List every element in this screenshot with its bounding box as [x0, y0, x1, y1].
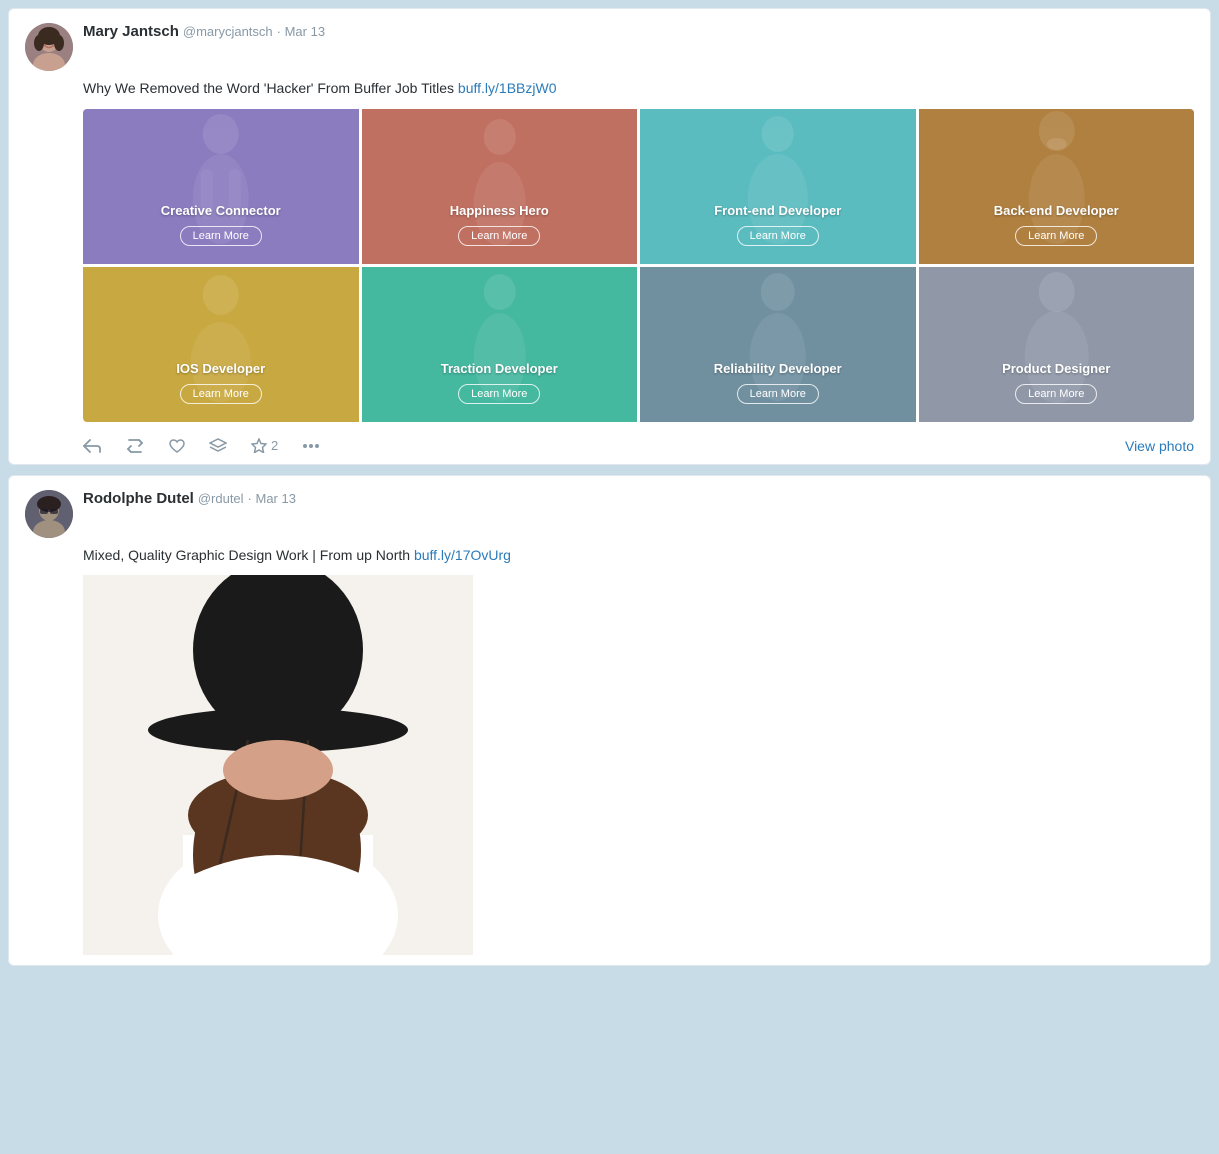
cell-btn-2[interactable]: Learn More [737, 226, 819, 246]
author-handle-1: @marycjantsch [183, 24, 273, 39]
cell-label-7: Product Designer [1002, 361, 1110, 376]
tweet-link-2[interactable]: buff.ly/17OvUrg [414, 547, 511, 563]
cell-label-5: Traction Developer [441, 361, 558, 376]
tweet-author-line-2: Rodolphe Dutel @rdutel · Mar 13 [83, 490, 296, 507]
cell-label-3: Back-end Developer [994, 203, 1119, 218]
author-name-1: Mary Jantsch [83, 23, 179, 40]
star-action[interactable]: 2 [251, 438, 278, 453]
view-photo-link[interactable]: View photo [1125, 438, 1194, 454]
grid-cell-7: Product Designer Learn More [919, 267, 1195, 422]
tweet-header-2: Rodolphe Dutel @rdutel · Mar 13 [25, 490, 1194, 538]
avatar-rodolphe [25, 490, 73, 538]
grid-cell-inner-2: Front-end Developer Learn More [640, 109, 916, 264]
reply-action[interactable] [83, 439, 101, 453]
grid-cell-inner-3: Back-end Developer Learn More [919, 109, 1195, 264]
grid-cell-0: Creative Connector Learn More [83, 109, 359, 264]
more-action[interactable] [302, 443, 320, 449]
cell-btn-1[interactable]: Learn More [458, 226, 540, 246]
tweet-meta-2: Rodolphe Dutel @rdutel · Mar 13 [83, 490, 296, 507]
tweet-date-1: · Mar 13 [277, 24, 325, 39]
buffer-icon [209, 438, 227, 454]
grid-cell-1: Happiness Hero Learn More [362, 109, 638, 264]
retweet-icon [125, 439, 145, 453]
cell-btn-5[interactable]: Learn More [458, 384, 540, 404]
buffer-action[interactable] [209, 438, 227, 454]
star-icon [251, 438, 267, 453]
grid-cell-inner-6: Reliability Developer Learn More [640, 267, 916, 422]
reply-icon [83, 439, 101, 453]
tweet-header-1: Mary Jantsch @marycjantsch · Mar 13 [25, 23, 1194, 71]
avatar-mary [25, 23, 73, 71]
grid-cell-inner-5: Traction Developer Learn More [362, 267, 638, 422]
tweet-text-2: Mixed, Quality Graphic Design Work | Fro… [83, 546, 1194, 566]
author-name-2: Rodolphe Dutel [83, 490, 194, 507]
cell-label-0: Creative Connector [161, 203, 281, 218]
star-count: 2 [271, 438, 278, 453]
hat-person-container [83, 575, 473, 955]
grid-cell-6: Reliability Developer Learn More [640, 267, 916, 422]
cell-btn-0[interactable]: Learn More [180, 226, 262, 246]
grid-cell-3: Back-end Developer Learn More [919, 109, 1195, 264]
cell-label-6: Reliability Developer [714, 361, 842, 376]
tweet-link-1[interactable]: buff.ly/1BBzjW0 [458, 80, 557, 96]
cell-label-4: IOS Developer [176, 361, 265, 376]
cell-btn-6[interactable]: Learn More [737, 384, 819, 404]
tweet-meta-1: Mary Jantsch @marycjantsch · Mar 13 [83, 23, 325, 40]
heart-action[interactable] [169, 439, 185, 453]
tweet-author-line-1: Mary Jantsch @marycjantsch · Mar 13 [83, 23, 325, 40]
cell-btn-3[interactable]: Learn More [1015, 226, 1097, 246]
grid-cell-2: Front-end Developer Learn More [640, 109, 916, 264]
cell-label-1: Happiness Hero [450, 203, 549, 218]
grid-cell-inner-1: Happiness Hero Learn More [362, 109, 638, 264]
actions-left-1: 2 [83, 438, 320, 454]
cell-btn-4[interactable]: Learn More [180, 384, 262, 404]
grid-cell-inner-0: Creative Connector Learn More [83, 109, 359, 264]
cell-btn-7[interactable]: Learn More [1015, 384, 1097, 404]
grid-cell-4: IOS Developer Learn More [83, 267, 359, 422]
tweet-image-single [83, 575, 1194, 955]
tweet-actions-1: 2 View photo [83, 432, 1194, 454]
tweet-image-grid: Creative Connector Learn More Happiness … [83, 109, 1194, 422]
more-icon [302, 443, 320, 449]
tweet-card-1: Mary Jantsch @marycjantsch · Mar 13 Why … [8, 8, 1211, 465]
hat-person-svg [83, 575, 473, 955]
retweet-action[interactable] [125, 439, 145, 453]
author-handle-2: @rdutel [198, 491, 244, 506]
tweet-text-1: Why We Removed the Word 'Hacker' From Bu… [83, 79, 1194, 99]
grid-cell-inner-4: IOS Developer Learn More [83, 267, 359, 422]
cell-label-2: Front-end Developer [714, 203, 841, 218]
tweet-card-2: Rodolphe Dutel @rdutel · Mar 13 Mixed, Q… [8, 475, 1211, 967]
favorite-icon [169, 439, 185, 453]
tweet-date-2: · Mar 13 [248, 491, 296, 506]
grid-cell-inner-7: Product Designer Learn More [919, 267, 1195, 422]
grid-cell-5: Traction Developer Learn More [362, 267, 638, 422]
